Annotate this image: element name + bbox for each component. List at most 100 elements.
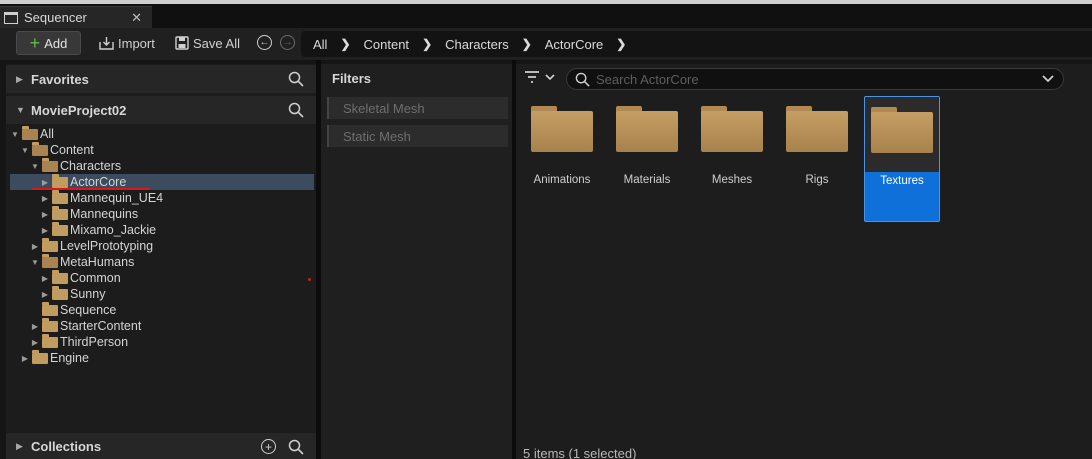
folder-icon — [786, 106, 848, 152]
folder-icon — [52, 221, 68, 236]
tree-item-startercontent[interactable]: ▶ StarterContent — [10, 317, 314, 334]
tree-item-label: StarterContent — [60, 319, 142, 333]
plus-icon: + — [29, 33, 41, 53]
chevron-down-icon[interactable] — [1041, 72, 1055, 86]
asset-view: Animations Materials Meshes Rigs Textures 5 … — [516, 64, 1092, 459]
folder-icon — [52, 285, 68, 300]
chevron-down-icon[interactable]: ▼ — [16, 105, 28, 115]
tree-item-sunny[interactable]: ▶ Sunny — [10, 285, 314, 302]
tree-item-metahumans[interactable]: ▼ MetaHumans — [10, 253, 314, 270]
tree-item-characters[interactable]: ▼ Characters — [10, 157, 314, 174]
chevron-right-icon[interactable]: ▶ — [40, 194, 50, 203]
chevron-right-icon[interactable]: ▶ — [30, 242, 40, 251]
chevron-down-icon[interactable]: ▼ — [30, 258, 40, 267]
chevron-right-icon[interactable]: ▶ — [40, 274, 50, 283]
filter-dropdown-button[interactable] — [524, 70, 556, 84]
tree-item-label: All — [40, 127, 54, 141]
add-collection-icon[interactable]: + — [261, 439, 276, 454]
chevron-right-icon[interactable]: ❯ — [616, 37, 626, 51]
import-icon — [99, 37, 114, 50]
folder-icon — [52, 189, 68, 204]
asset-tile-textures[interactable]: Textures — [864, 96, 940, 222]
tree-item-label: Mannequins — [70, 207, 139, 221]
asset-thumbnail — [786, 96, 848, 152]
add-button[interactable]: + Add — [16, 31, 81, 55]
tree-item-all[interactable]: ▼ All — [10, 125, 314, 142]
tab-sequencer[interactable]: Sequencer ✕ — [0, 6, 152, 28]
chevron-right-icon[interactable]: ▶ — [40, 210, 50, 219]
search-icon[interactable] — [288, 102, 304, 118]
favorites-header[interactable]: ▶ Favorites — [6, 65, 316, 93]
tree-item-mannequin-ue4[interactable]: ▶ Mannequin_UE4 — [10, 189, 314, 206]
asset-tile-animations[interactable]: Animations — [524, 96, 600, 222]
chevron-right-icon[interactable]: ▶ — [40, 178, 50, 187]
folder-icon — [42, 333, 58, 348]
breadcrumb-item-actorcore[interactable]: ActorCore — [545, 37, 604, 52]
asset-tile-meshes[interactable]: Meshes — [694, 96, 770, 222]
asset-search-bar[interactable] — [566, 68, 1064, 90]
tree-item-label: Sunny — [70, 287, 106, 301]
filter-static-mesh[interactable]: Static Mesh — [327, 125, 508, 147]
tree-item-sequence[interactable]: Sequence — [10, 301, 314, 318]
tree-item-label: MetaHumans — [60, 255, 135, 269]
chevron-right-icon[interactable]: ▶ — [16, 74, 28, 85]
folder-open-icon — [22, 125, 38, 140]
breadcrumb-item-characters[interactable]: Characters — [445, 37, 509, 52]
chevron-right-icon[interactable]: ❯ — [522, 37, 532, 51]
tree-item-thirdperson[interactable]: ▶ ThirdPerson — [10, 333, 314, 350]
chevron-down-icon[interactable]: ▼ — [10, 130, 20, 139]
asset-thumbnail — [865, 97, 939, 172]
asset-name: Animations — [533, 174, 591, 186]
search-icon[interactable] — [288, 439, 304, 455]
filter-skeletal-mesh[interactable]: Skeletal Mesh — [327, 97, 508, 119]
folder-icon — [42, 237, 58, 252]
breadcrumb-item-all[interactable]: All — [313, 37, 327, 52]
asset-tile-materials[interactable]: Materials — [609, 96, 685, 222]
toolbar: + Add Import Save All ← → All ❯ Content … — [0, 28, 1092, 60]
chevron-right-icon[interactable]: ▶ — [40, 226, 50, 235]
folder-icon — [52, 173, 68, 188]
tree-item-mannequins[interactable]: ▶ Mannequins — [10, 205, 314, 222]
close-icon[interactable]: ✕ — [131, 10, 142, 26]
arrow-right-circle-icon[interactable]: → — [280, 35, 295, 50]
import-button-label: Import — [118, 35, 155, 51]
chevron-down-icon[interactable]: ▼ — [30, 162, 40, 171]
chevron-right-icon[interactable]: ▶ — [40, 290, 50, 299]
breadcrumb-item-content[interactable]: Content — [364, 37, 410, 52]
tree-item-engine[interactable]: ▶ Engine — [10, 349, 314, 366]
search-icon[interactable] — [288, 71, 304, 87]
tree-item-mixamo-jackie[interactable]: ▶ Mixamo_Jackie — [10, 221, 314, 238]
import-button[interactable]: Import — [99, 33, 155, 53]
collections-header[interactable]: ▶ Collections + — [6, 433, 316, 459]
chevron-right-icon[interactable]: ❯ — [340, 37, 350, 51]
tree-item-levelprototyping[interactable]: ▶ LevelPrototyping — [10, 237, 314, 254]
tree-item-content[interactable]: ▼ Content — [10, 141, 314, 158]
project-header[interactable]: ▼ MovieProject02 — [6, 96, 316, 124]
add-button-label: Add — [44, 35, 68, 51]
folder-icon — [616, 106, 678, 152]
chevron-right-icon[interactable]: ❯ — [422, 37, 432, 51]
search-input[interactable] — [596, 71, 1036, 87]
chevron-right-icon[interactable]: ▶ — [30, 322, 40, 331]
filters-panel: Filters Skeletal Mesh Static Mesh — [321, 64, 512, 459]
asset-tile-rigs[interactable]: Rigs — [779, 96, 855, 222]
search-icon — [575, 72, 590, 87]
asset-thumbnail — [701, 96, 763, 152]
status-text: 5 items (1 selected) — [523, 446, 637, 459]
arrow-left-circle-icon[interactable]: ← — [257, 35, 272, 50]
save-all-button[interactable]: Save All — [175, 33, 240, 53]
asset-name: Rigs — [805, 174, 829, 186]
filter-icon — [525, 71, 539, 83]
sources-panel: ▶ Favorites ▼ MovieProject02 ▼ All ▼ Conten… — [6, 64, 316, 459]
tree-item-common[interactable]: ▶ Common — [10, 269, 314, 286]
folder-icon — [531, 106, 593, 152]
tree-item-label: ActorCore — [70, 175, 127, 189]
tree-item-label: Content — [50, 143, 94, 157]
chevron-right-icon[interactable]: ▶ — [30, 338, 40, 347]
tree-item-actorcore[interactable]: ▶ ActorCore — [10, 173, 314, 190]
folder-icon — [871, 107, 933, 153]
chevron-right-icon[interactable]: ▶ — [16, 441, 28, 452]
chevron-down-icon[interactable]: ▼ — [20, 146, 30, 155]
chevron-right-icon[interactable]: ▶ — [20, 354, 30, 363]
tree-item-label: Engine — [50, 351, 89, 365]
